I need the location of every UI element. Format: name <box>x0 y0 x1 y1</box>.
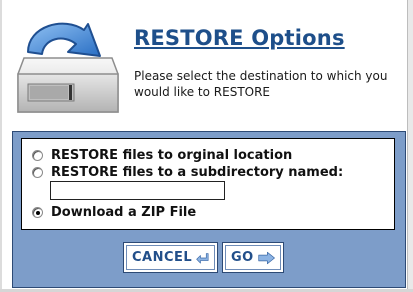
subdirectory-name-input[interactable] <box>50 181 225 200</box>
forward-arrow-icon <box>258 251 275 264</box>
cancel-button[interactable]: CANCEL <box>123 242 218 273</box>
go-button-inner: GO <box>225 245 281 270</box>
radio-zip-download[interactable] <box>32 206 43 218</box>
back-arrow-icon <box>196 252 209 263</box>
option-subdirectory[interactable]: RESTORE files to a subdirectory named: <box>32 163 343 181</box>
option-original-location[interactable]: RESTORE files to orginal location <box>32 146 292 164</box>
go-button-label: GO <box>231 250 254 265</box>
radio-original-location[interactable] <box>32 149 43 161</box>
window-scrollbar-edge <box>407 0 413 292</box>
option-zip-download[interactable]: Download a ZIP File <box>32 203 196 221</box>
restore-options-dialog: RESTORE Options Please select the destin… <box>0 0 413 292</box>
cancel-button-label: CANCEL <box>132 250 193 265</box>
dialog-title: RESTORE Options <box>134 26 345 50</box>
go-button[interactable]: GO <box>222 242 284 273</box>
window-left-edge <box>0 0 2 292</box>
option-zip-download-label: Download a ZIP File <box>51 204 197 220</box>
option-subdirectory-label: RESTORE files to a subdirectory named: <box>51 164 344 180</box>
dialog-subtitle: Please select the destination to which y… <box>134 69 388 99</box>
cancel-button-inner: CANCEL <box>126 245 215 270</box>
drive-restore-icon <box>17 22 119 113</box>
restore-options-box: RESTORE files to orginal location RESTOR… <box>21 138 395 230</box>
option-original-location-label: RESTORE files to orginal location <box>51 147 293 163</box>
radio-subdirectory[interactable] <box>32 166 43 178</box>
